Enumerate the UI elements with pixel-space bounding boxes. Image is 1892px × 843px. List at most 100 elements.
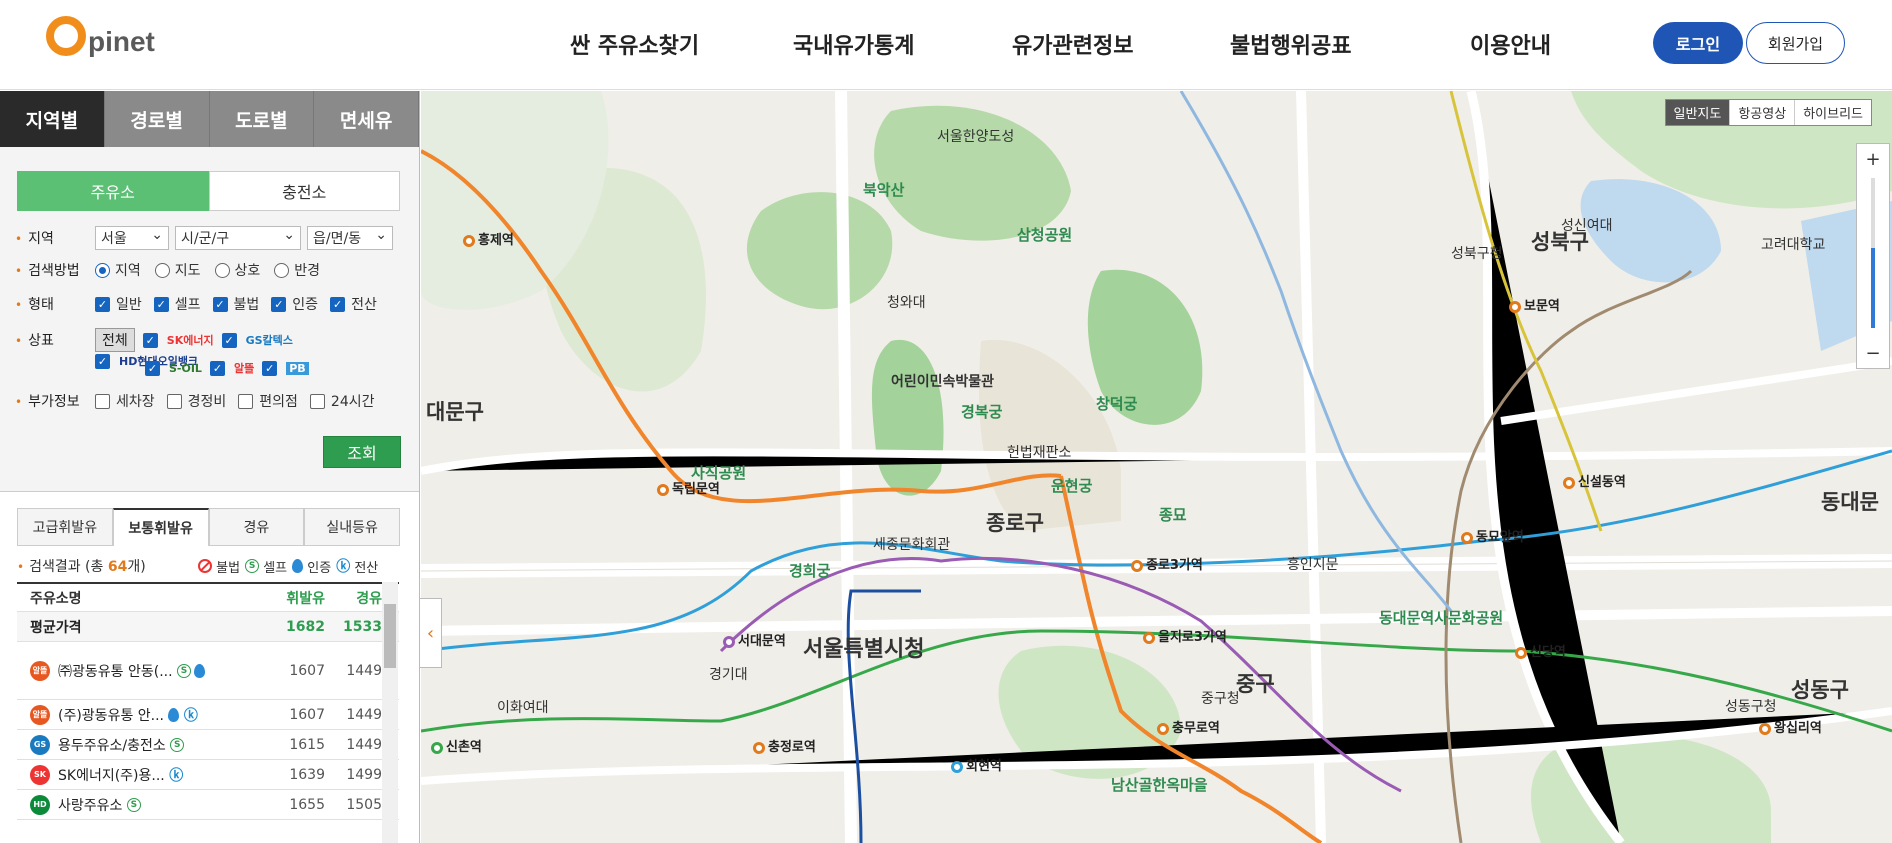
extra-store-checkbox[interactable]: 편의점 xyxy=(238,391,298,411)
tab-gas-station[interactable]: 주유소 xyxy=(17,171,209,211)
type-certified-checkbox[interactable]: ✓ 인증 xyxy=(271,294,318,314)
tab-by-route[interactable]: 경로별 xyxy=(104,91,210,147)
label-changdeok[interactable]: 창덕궁 xyxy=(1096,393,1137,414)
label-gyeonghui[interactable]: 경희궁 xyxy=(789,560,830,581)
method-region-radio[interactable]: 지역 xyxy=(95,260,141,280)
zoom-in-button[interactable]: + xyxy=(1857,144,1889,174)
station-chungjeongno[interactable]: 충정로역 xyxy=(753,736,816,755)
station-euljiro3[interactable]: 을지로3가역 xyxy=(1143,626,1227,645)
col-gasoline[interactable]: 휘발유 xyxy=(257,588,325,608)
station-chungmuro[interactable]: 충무로역 xyxy=(1157,717,1220,736)
station-name[interactable]: (주)광동유통 안... xyxy=(58,705,164,725)
label-junggu[interactable]: 중구 xyxy=(1236,668,1275,698)
label-gyeonggi[interactable]: 경기대 xyxy=(709,664,748,684)
method-name-radio[interactable]: 상호 xyxy=(214,260,260,280)
station-dongnimmun[interactable]: 독립문역 xyxy=(657,478,720,497)
tab-kerosene[interactable]: 실내등유 xyxy=(304,508,400,546)
brand-gs-checkbox[interactable]: ✓ GS칼텍스 xyxy=(221,332,293,348)
map-type-satellite[interactable]: 항공영상 xyxy=(1730,100,1796,125)
map-view[interactable]: 서울특별시청 종로구 중구 성북구 성동구 동대문 대문구 경복궁 창덕궁 북악… xyxy=(421,91,1892,843)
station-wangsimni[interactable]: 왕십리역 xyxy=(1759,717,1822,736)
label-city-hall[interactable]: 서울특별시청 xyxy=(803,631,924,663)
zoom-track[interactable] xyxy=(1871,178,1875,328)
tab-by-region[interactable]: 지역별 xyxy=(0,91,105,147)
station-hongje[interactable]: 홍제역 xyxy=(463,229,514,248)
tab-premium-gasoline[interactable]: 고급휘발유 xyxy=(17,508,113,546)
method-radius-radio[interactable]: 반경 xyxy=(274,260,320,280)
label-heonbeop[interactable]: 헌법재판소 xyxy=(1007,442,1071,462)
extra-carwash-checkbox[interactable]: 세차장 xyxy=(95,391,155,411)
station-seodaemun[interactable]: 서대문역 xyxy=(723,630,786,649)
table-row[interactable]: 알뜰 (주)광동유통 안... ⓚ 1607 1449 xyxy=(17,700,399,730)
scrollbar-thumb[interactable] xyxy=(384,604,396,668)
opinet-logo[interactable]: pinet xyxy=(46,16,155,56)
label-city-wall[interactable]: 서울한양도성 xyxy=(937,126,1014,146)
station-name[interactable]: SK에너지(주)용... xyxy=(58,765,165,785)
station-name[interactable]: 용두주유소/충전소 xyxy=(58,735,166,755)
type-illegal-checkbox[interactable]: ✓ 불법 xyxy=(212,294,259,314)
label-korea-univ[interactable]: 고려대학교 xyxy=(1761,234,1825,254)
brand-pb-checkbox[interactable]: ✓ PB xyxy=(262,360,309,376)
sigungu-select[interactable]: 시/군/구 xyxy=(175,226,301,250)
type-normal-checkbox[interactable]: ✓ 일반 xyxy=(95,294,142,314)
label-seongshin[interactable]: 성신여대 xyxy=(1561,215,1613,235)
label-unhyeon[interactable]: 운현궁 xyxy=(1051,475,1092,496)
join-button[interactable]: 회원가입 xyxy=(1746,22,1845,64)
zoom-out-button[interactable]: − xyxy=(1857,338,1889,368)
label-dongdaemun[interactable]: 동대문 xyxy=(1821,486,1879,516)
brand-all-button[interactable]: 전체 xyxy=(95,328,135,352)
table-row[interactable]: 알뜰 ㈜광동유통 안동(... S 1607 1449 xyxy=(17,642,399,700)
map-type-normal[interactable]: 일반지도 xyxy=(1665,100,1731,125)
collapse-panel-button[interactable]: ‹ xyxy=(420,598,442,668)
station-name[interactable]: 사랑주유소 xyxy=(58,795,122,815)
label-seongbuk-office[interactable]: 성북구청 xyxy=(1451,243,1503,263)
col-diesel[interactable]: 경유 xyxy=(325,588,382,608)
extra-24h-checkbox[interactable]: 24시간 xyxy=(309,391,375,411)
brand-sk-checkbox[interactable]: ✓ SK에너지 xyxy=(142,332,214,348)
table-row[interactable]: HD 사랑주유소 S 1655 1505 xyxy=(17,790,399,820)
search-button[interactable]: 조회 xyxy=(323,436,401,468)
sido-select[interactable]: 서울 xyxy=(95,226,169,250)
station-sinchon[interactable]: 신촌역 xyxy=(431,736,482,755)
tab-regular-gasoline[interactable]: 보통휘발유 xyxy=(112,508,209,546)
label-cheongwa[interactable]: 청와대 xyxy=(887,292,926,312)
nav-domestic-oil-stats[interactable]: 국내유가통계 xyxy=(793,28,914,60)
type-self-checkbox[interactable]: ✓ 셀프 xyxy=(153,294,201,314)
label-daemun[interactable]: 대문구 xyxy=(426,396,484,426)
tab-by-road[interactable]: 도로별 xyxy=(209,91,315,147)
type-computer-checkbox[interactable]: ✓ 전산 xyxy=(330,294,377,314)
station-sinseol[interactable]: 신설동역 xyxy=(1563,471,1626,490)
result-scrollbar[interactable] xyxy=(382,582,398,843)
nav-oil-price-info[interactable]: 유가관련정보 xyxy=(1012,28,1133,60)
eupmyeondong-select[interactable]: 읍/면/동 xyxy=(307,226,393,250)
station-jongno3[interactable]: 종로3가역 xyxy=(1131,554,1203,573)
station-bomun[interactable]: 보문역 xyxy=(1509,295,1560,314)
table-row[interactable]: SK SK에너지(주)용... ⓚ 1639 1499 xyxy=(17,760,399,790)
nav-usage-guide[interactable]: 이용안내 xyxy=(1470,28,1551,60)
extra-repair-checkbox[interactable]: 경정비 xyxy=(166,391,226,411)
table-row[interactable]: GS 용두주유소/충전소 S 1615 1449 xyxy=(17,730,399,760)
label-junggu-office[interactable]: 중구청 xyxy=(1201,688,1240,708)
tab-charging-station[interactable]: 충전소 xyxy=(208,171,400,211)
label-jongno[interactable]: 종로구 xyxy=(986,507,1044,537)
label-samcheong[interactable]: 삼청공원 xyxy=(1017,224,1072,245)
station-sindang[interactable]: 신당역 xyxy=(1515,641,1566,660)
col-name[interactable]: 주유소명 xyxy=(17,588,257,608)
label-heunginjimun[interactable]: 흥인지문 xyxy=(1287,554,1339,574)
label-ewha[interactable]: 이화여대 xyxy=(497,697,549,717)
station-dongmyo[interactable]: 동묘앞역 xyxy=(1461,526,1524,545)
label-namsan[interactable]: 남산골한옥마을 xyxy=(1111,774,1208,795)
nav-illegal-disclosure[interactable]: 불법행위공표 xyxy=(1230,28,1351,60)
label-children-museum[interactable]: 어린이민속박물관 xyxy=(891,371,994,391)
label-sejong[interactable]: 세종문화회관 xyxy=(873,534,950,554)
label-seongdong[interactable]: 성동구 xyxy=(1791,674,1849,704)
label-gyeongbok[interactable]: 경복궁 xyxy=(961,401,1002,422)
method-map-radio[interactable]: 지도 xyxy=(154,260,201,280)
brand-soil-checkbox[interactable]: ✓ S-OIL xyxy=(145,360,202,376)
label-ddp[interactable]: 동대문역사문화공원 xyxy=(1379,607,1503,628)
brand-altteul-checkbox[interactable]: ✓ 알뜰 xyxy=(209,360,254,376)
station-name[interactable]: ㈜광동유통 안동(... xyxy=(58,661,173,681)
label-jongmyo[interactable]: 종묘 xyxy=(1159,504,1187,525)
tab-tax-free[interactable]: 면세유 xyxy=(314,91,419,147)
label-seongdong-office[interactable]: 성동구청 xyxy=(1725,696,1777,716)
